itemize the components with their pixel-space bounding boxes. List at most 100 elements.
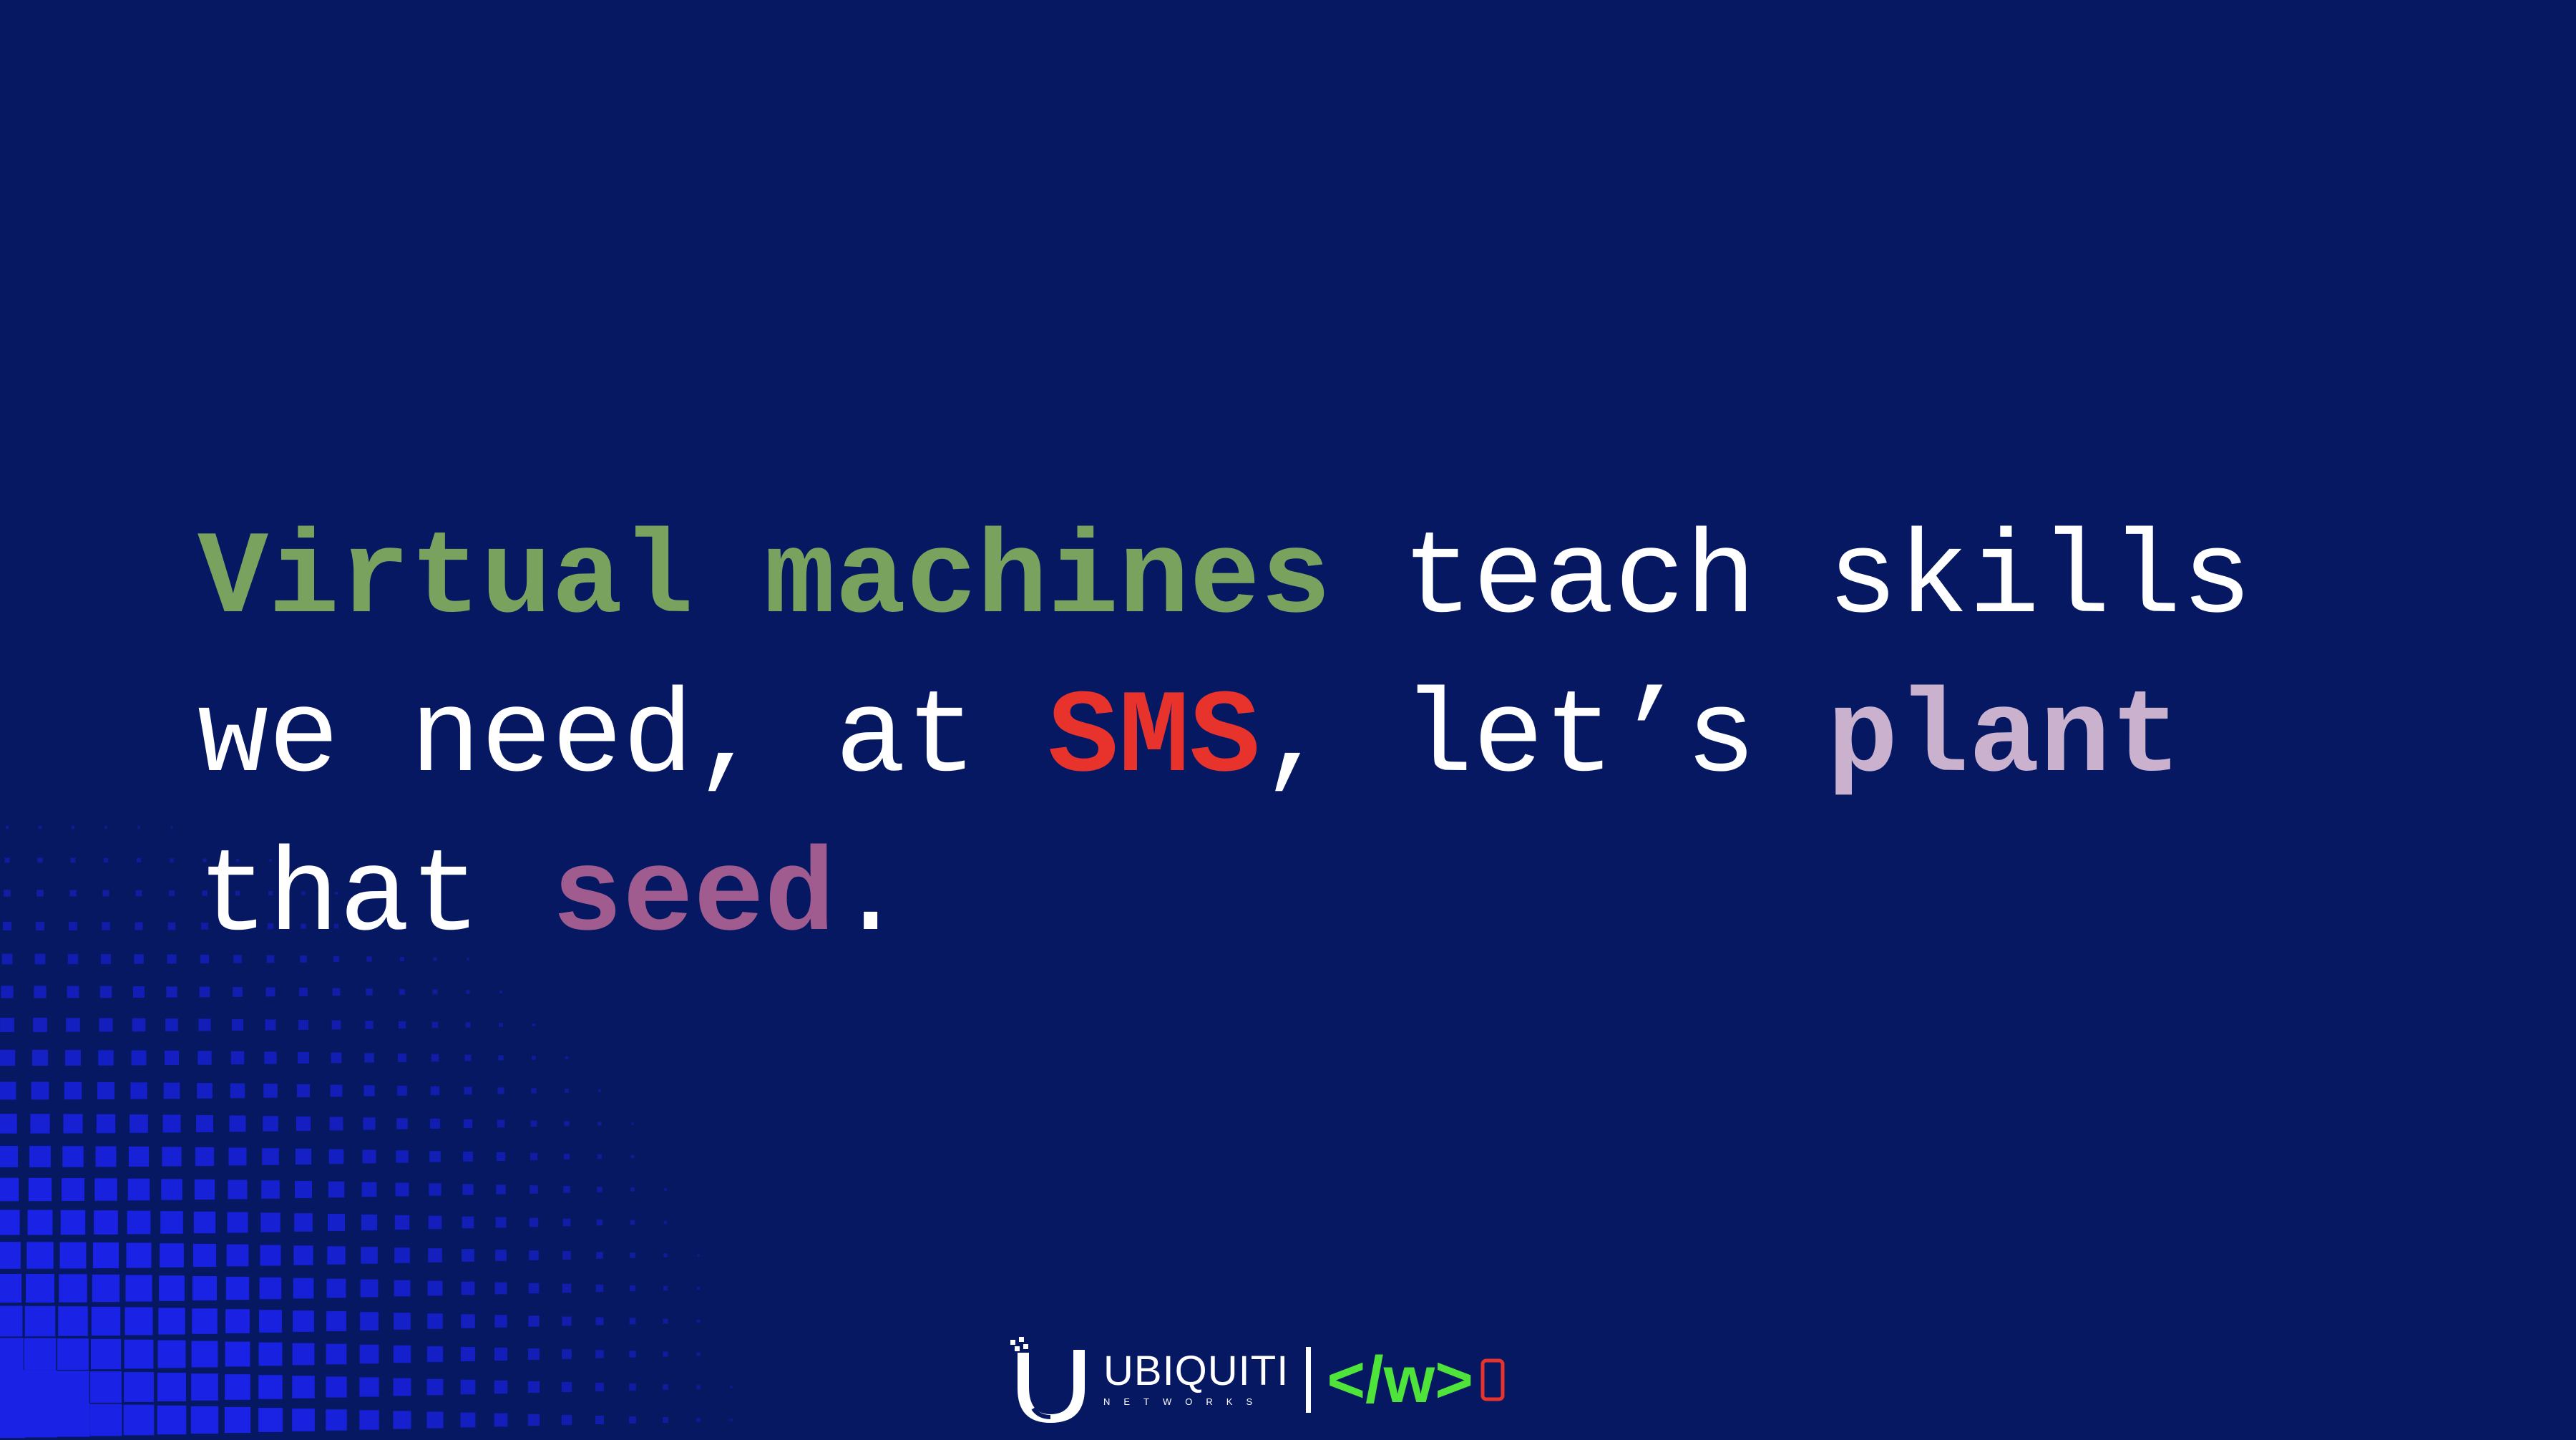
pattern-dot (99, 986, 112, 998)
pattern-dot (394, 1313, 411, 1330)
pattern-dot (102, 922, 110, 930)
pattern-dot (394, 1247, 410, 1263)
pattern-dot (124, 1339, 154, 1369)
pattern-dot (231, 1018, 244, 1031)
pattern-dot (24, 1338, 57, 1371)
pattern-dot (130, 1082, 147, 1099)
pattern-dot (104, 826, 107, 829)
pattern-dot (159, 1275, 185, 1301)
pattern-dot (461, 1281, 475, 1295)
pattern-dot (265, 1019, 276, 1031)
pattern-dot (460, 1412, 476, 1428)
pattern-dot (561, 1381, 572, 1393)
headline-line-2: we need, at SMS, let’s plant (197, 660, 2416, 819)
pattern-dot (161, 1179, 182, 1200)
pattern-dot (0, 1305, 23, 1337)
pattern-dot (494, 1282, 507, 1295)
pattern-dot (426, 1411, 444, 1429)
pattern-dot (225, 1341, 250, 1367)
pattern-dot (103, 857, 109, 863)
pattern-dot (228, 1147, 247, 1166)
pattern-dot (328, 1214, 345, 1231)
pattern-dot (230, 1051, 245, 1065)
pattern-dot (466, 990, 470, 994)
pattern-dot (565, 1089, 569, 1093)
headline-segment: SMS (1048, 672, 1261, 806)
pattern-dot (663, 1285, 668, 1291)
pattern-dot (495, 1250, 507, 1261)
pattern-dot (393, 1411, 411, 1429)
pattern-dot (527, 1414, 540, 1426)
pattern-dot (233, 987, 243, 997)
pattern-dot (70, 857, 76, 863)
pattern-dot (364, 1053, 374, 1063)
pattern-dot (99, 1018, 113, 1032)
pattern-dot (260, 1212, 280, 1232)
pattern-dot (730, 1419, 733, 1421)
pattern-dot (69, 890, 77, 897)
pattern-dot (429, 1151, 441, 1162)
pattern-dot (397, 1086, 407, 1096)
pattern-dot (167, 954, 177, 964)
pattern-dot (124, 1372, 154, 1402)
pattern-dot (326, 1376, 347, 1398)
pattern-dot (663, 1253, 668, 1257)
pattern-dot (199, 986, 210, 998)
ubiquiti-subtitle: NETWORKS (1103, 1396, 1267, 1407)
pattern-dot (494, 1347, 508, 1361)
pattern-dot (399, 988, 406, 996)
pattern-dot (697, 1254, 700, 1257)
pattern-dot (696, 1352, 701, 1356)
pattern-dot (0, 1114, 17, 1134)
pattern-dot (359, 1377, 379, 1397)
pattern-dot (62, 1146, 84, 1167)
pattern-dot (328, 1149, 344, 1164)
pattern-dot (197, 1051, 212, 1065)
pattern-dot (0, 1177, 19, 1202)
pattern-dot (166, 986, 177, 998)
pattern-dot (530, 1152, 538, 1161)
pattern-dot (160, 1211, 183, 1234)
pattern-dot (464, 1054, 472, 1061)
footer-logos: UBIQUITI NETWORKS </w> (1008, 1337, 1505, 1423)
pattern-dot (597, 1154, 602, 1159)
pattern-dot (663, 1318, 668, 1324)
pattern-dot (361, 1182, 377, 1197)
pattern-dot (135, 890, 142, 897)
pattern-dot (531, 1088, 537, 1094)
pattern-dot (296, 1116, 311, 1132)
pattern-dot (262, 1148, 279, 1165)
pattern-dot (100, 953, 112, 965)
headline-segment: Virtual machines (197, 513, 1332, 647)
pattern-dot (102, 890, 109, 897)
pattern-dot (0, 1049, 16, 1066)
pattern-dot (393, 1378, 411, 1396)
pattern-dot (164, 1050, 180, 1066)
pattern-dot (527, 1381, 540, 1393)
pattern-dot (96, 1114, 116, 1134)
pattern-dot (126, 1242, 152, 1268)
pattern-dot (193, 1211, 216, 1234)
pattern-dot (64, 1081, 82, 1100)
pattern-dot (230, 1083, 245, 1099)
pattern-dot (192, 1243, 217, 1268)
pattern-dot (326, 1278, 346, 1298)
pattern-dot (730, 1386, 733, 1388)
logo-divider (1306, 1347, 1312, 1413)
pattern-dot (130, 1114, 148, 1133)
pattern-dot (26, 1242, 54, 1269)
pattern-dot (360, 1312, 379, 1330)
pattern-dot (327, 1246, 346, 1265)
pattern-dot (261, 1180, 280, 1199)
pattern-dot (123, 1404, 155, 1436)
pattern-dot (57, 1338, 89, 1370)
pattern-dot (629, 1416, 636, 1424)
pattern-dot (431, 1021, 439, 1028)
pattern-dot (629, 1318, 636, 1325)
pattern-dot (23, 1370, 57, 1404)
pattern-dot (295, 1148, 312, 1165)
pattern-dot (664, 1188, 667, 1191)
pattern-dot (30, 1114, 50, 1134)
pattern-dot (530, 1120, 537, 1127)
pattern-dot (38, 825, 42, 830)
